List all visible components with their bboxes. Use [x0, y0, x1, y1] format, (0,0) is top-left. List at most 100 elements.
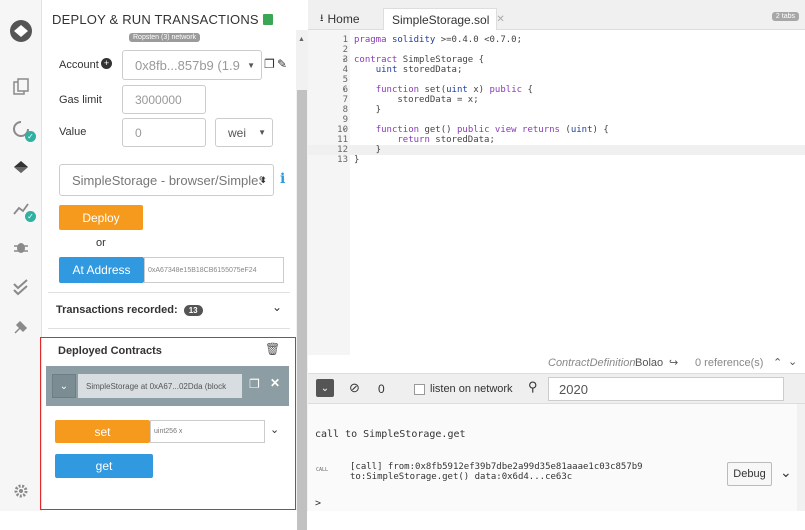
check-badge-icon: ✓: [25, 211, 36, 222]
instance-address[interactable]: SimpleStorage at 0xA67...02Dda (block: [78, 374, 242, 398]
tab-simplestorage[interactable]: SimpleStorage.sol ✕: [383, 8, 505, 30]
code-line[interactable]: 5: [308, 75, 805, 85]
chevron-down-icon[interactable]: ⌄: [788, 355, 797, 368]
code-text: storedData = x;: [354, 95, 479, 105]
analysis-icon[interactable]: ✓: [8, 196, 36, 222]
code-line[interactable]: 12 }: [308, 145, 805, 155]
set-button[interactable]: set: [55, 420, 150, 443]
set-input[interactable]: uint256 x: [150, 420, 265, 443]
line-number: 13: [337, 155, 348, 165]
chevron-up-icon[interactable]: ⌃: [773, 356, 782, 369]
remix-logo-icon[interactable]: [8, 18, 34, 44]
plugin-icon[interactable]: [8, 314, 34, 340]
console-prompt[interactable]: >: [315, 498, 321, 509]
code-text: return storedData;: [397, 135, 495, 145]
code-line[interactable]: 11 return storedData;: [308, 135, 805, 145]
code-line[interactable]: 6 ▾ function set(uint x) public {: [308, 85, 805, 95]
code-line[interactable]: 13}: [308, 155, 805, 165]
divider: [48, 292, 290, 293]
close-icon[interactable]: ✕: [270, 376, 280, 390]
call-line-from: [call] from:0x8fb5912ef39b7dbe2a99d35e81…: [350, 462, 643, 472]
close-tab-icon[interactable]: ✕: [496, 14, 504, 25]
code-line[interactable]: 7 storedData = x;: [308, 95, 805, 105]
edit-icon[interactable]: ✎: [277, 57, 287, 71]
code-line[interactable]: 1 pragma solidity >=0.4.0 <0.7.0;: [308, 35, 805, 45]
chevron-down-icon[interactable]: ⌄: [270, 423, 279, 436]
chevron-down-icon[interactable]: ⌄: [272, 300, 282, 314]
get-button[interactable]: get: [55, 454, 153, 478]
check-badge-icon: ✓: [25, 131, 36, 142]
at-address-input[interactable]: 0xA67348e15B18CB6155075eF24: [144, 257, 284, 283]
fold-icon[interactable]: ▾: [342, 85, 346, 95]
home-icon: ⭳: [320, 12, 324, 24]
chevron-down-icon[interactable]: ⌄: [780, 464, 792, 481]
terminal-scrollbar[interactable]: [797, 404, 805, 511]
gas-limit-input[interactable]: 3000000: [122, 85, 206, 114]
copy-icon[interactable]: ❐: [264, 57, 275, 71]
info-icon[interactable]: i: [280, 171, 285, 187]
value-input[interactable]: 0: [122, 118, 206, 147]
trash-icon[interactable]: 🗑: [265, 342, 280, 356]
line-number: 2: [342, 45, 348, 55]
code-line[interactable]: 10 ▾ function get() public view returns (…: [308, 125, 805, 135]
debug-button[interactable]: Debug: [727, 462, 772, 486]
code-text: pragma solidity >=0.4.0 <0.7.0;: [354, 35, 522, 45]
value-label: Value: [59, 126, 87, 138]
code-line[interactable]: 9: [308, 115, 805, 125]
tab-file-label: SimpleStorage.sol: [392, 12, 490, 27]
deploy-button[interactable]: Deploy: [59, 205, 143, 230]
panel-title: DEPLOY & RUN TRANSACTIONS: [52, 12, 273, 27]
at-address-button[interactable]: At Address: [59, 257, 144, 283]
select-arrows-icon: ⬍: [259, 174, 267, 185]
debugger-icon[interactable]: [8, 234, 34, 260]
jump-to-definition-icon[interactable]: ↪: [669, 356, 678, 369]
line-number: 7: [342, 95, 348, 105]
fold-icon[interactable]: ▾: [342, 125, 346, 135]
docs-icon[interactable]: [262, 14, 273, 25]
line-number: 8: [342, 105, 348, 115]
collapse-terminal-icon[interactable]: ⌄: [316, 379, 334, 397]
value-unit: wei: [228, 125, 247, 140]
gas-limit-value: 3000000: [135, 92, 182, 107]
contract-select[interactable]: SimpleStorage - browser/SimpleS ⬍: [59, 164, 274, 196]
transactions-count-badge: 13: [183, 305, 203, 316]
account-select[interactable]: 0x8fb...857b9 (1.9 ▼: [122, 50, 262, 80]
search-input[interactable]: 2020: [548, 377, 784, 401]
clear-console-icon[interactable]: ⊘: [349, 380, 360, 396]
test-icon[interactable]: [8, 274, 34, 300]
files-icon[interactable]: [8, 74, 34, 100]
search-icon: ⚲: [528, 379, 538, 394]
code-line[interactable]: 8 }: [308, 105, 805, 115]
scrollbar-thumb[interactable]: [297, 90, 307, 530]
line-number: 9: [342, 115, 348, 125]
fold-icon[interactable]: ▾: [342, 55, 346, 65]
line-number: 11: [337, 135, 348, 145]
expand-instance-toggle[interactable]: ⌄: [52, 374, 76, 398]
editor-tabs: ⭳ Home SimpleStorage.sol ✕ 2 tabs: [308, 0, 805, 30]
listen-checkbox[interactable]: [414, 384, 425, 395]
tab-count-badge: 2 tabs: [771, 12, 799, 21]
call-summary: call to SimpleStorage.get: [315, 429, 466, 440]
code-line[interactable]: 2: [308, 45, 805, 55]
add-account-icon[interactable]: +: [101, 58, 112, 69]
transactions-recorded-label[interactable]: Transactions recorded: 13: [56, 304, 203, 316]
value-unit-select[interactable]: wei ▼: [215, 118, 273, 147]
scroll-up-icon[interactable]: ▲: [298, 36, 305, 43]
value-amount: 0: [135, 125, 142, 140]
panel-scrollbar[interactable]: [296, 30, 308, 530]
settings-icon[interactable]: [8, 478, 34, 504]
line-number: 4: [342, 65, 348, 75]
terminal-output: call to SimpleStorage.get CALL [call] fr…: [308, 404, 805, 511]
code-text: }: [354, 155, 360, 165]
compile-icon[interactable]: ✓: [8, 116, 36, 142]
deployed-contracts-title: Deployed Contracts: [58, 345, 162, 357]
code-line[interactable]: 3 ▾ contract SimpleStorage {: [308, 55, 805, 65]
contract-instance-header: ⌄ SimpleStorage at 0xA67...02Dda (block …: [46, 366, 289, 406]
terminal-toolbar: ⌄ ⊘ 0 listen on network ⚲ 2020: [308, 373, 805, 404]
call-details[interactable]: [call] from:0x8fb5912ef39b7dbe2a99d35e81…: [350, 462, 643, 482]
tab-home[interactable]: ⭳ Home: [312, 8, 368, 30]
copy-icon[interactable]: ❐: [249, 377, 260, 391]
code-line[interactable]: 4 uint storedData;: [308, 65, 805, 75]
code-editor[interactable]: 1 pragma solidity >=0.4.0 <0.7.0; 2 3 ▾ contr…: [308, 30, 805, 355]
deploy-run-icon[interactable]: [8, 154, 34, 180]
